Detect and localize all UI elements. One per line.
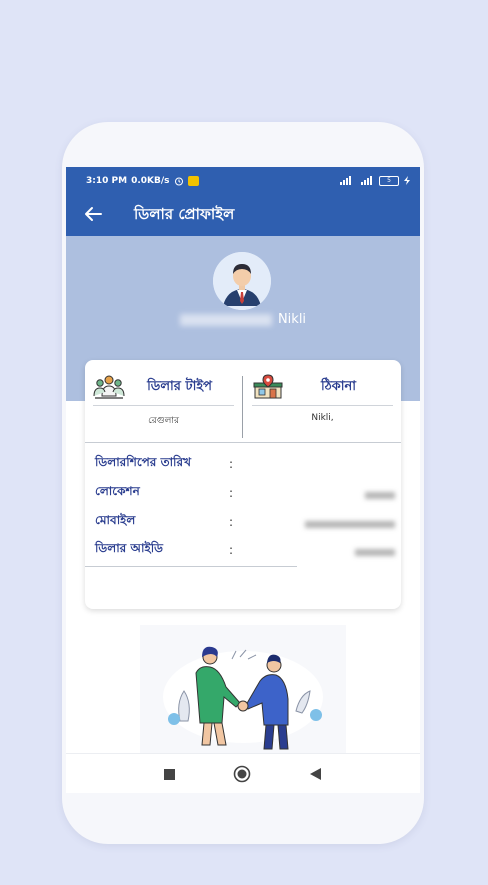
app-screen: 3:10 PM 0.0KB/s 5 ডিলার প্রোফাইল Nikli ড… bbox=[66, 167, 420, 793]
handshake-illustration bbox=[140, 625, 346, 755]
dealer-type-label: ডিলার টাইপ bbox=[147, 378, 212, 394]
dealer-id-value-redacted bbox=[249, 541, 395, 560]
separator: : bbox=[229, 457, 234, 471]
signal-icon bbox=[340, 176, 351, 185]
recent-apps-button[interactable] bbox=[162, 764, 176, 784]
divider bbox=[85, 566, 297, 567]
status-bar: 3:10 PM 0.0KB/s 5 bbox=[66, 167, 420, 194]
app-bar: ডিলার প্রোফাইল bbox=[66, 194, 420, 236]
square-icon bbox=[163, 768, 175, 780]
notification-badge-icon bbox=[187, 175, 199, 186]
circle-icon bbox=[233, 765, 251, 783]
location-value-redacted bbox=[249, 484, 395, 503]
section-divider bbox=[85, 442, 401, 443]
battery-icon: 5 bbox=[379, 175, 399, 186]
system-navigation-bar bbox=[66, 753, 420, 793]
mobile-value-redacted bbox=[249, 513, 395, 532]
dealer-type-value: রেগুলার bbox=[148, 416, 179, 426]
address-section: ঠিকানা Nikli, bbox=[244, 360, 401, 441]
dealer-id-row: ডিলার আইডি : bbox=[95, 540, 395, 560]
location-label: লোকেশন bbox=[95, 484, 140, 498]
address-value: Nikli, bbox=[311, 413, 334, 423]
dealer-id-label: ডিলার আইডি bbox=[95, 541, 163, 555]
avatar bbox=[213, 252, 271, 310]
vertical-divider bbox=[242, 376, 243, 438]
location-row: লোকেশন : bbox=[95, 483, 395, 503]
separator: : bbox=[229, 543, 234, 557]
dealership-date-label: ডিলারশিপের তারিখ bbox=[95, 455, 191, 469]
alarm-icon bbox=[174, 177, 183, 185]
back-button[interactable] bbox=[308, 764, 322, 784]
charging-icon bbox=[404, 176, 410, 185]
shop-location-icon bbox=[253, 374, 283, 399]
dealer-type-section: ডিলার টাইপ রেগুলার bbox=[85, 360, 242, 441]
separator: : bbox=[229, 515, 234, 529]
dealer-name: Nikli bbox=[66, 312, 420, 327]
dealership-date-row: ডিলারশিপের তারিখ : bbox=[95, 454, 395, 474]
dealer-info-card: ডিলার টাইপ রেগুলার ঠিকানা Nikli, ডিলারশি… bbox=[85, 360, 401, 609]
separator: : bbox=[229, 486, 234, 500]
divider bbox=[93, 405, 234, 406]
status-speed: 0.0KB/s bbox=[131, 175, 170, 186]
signal-2-icon bbox=[361, 176, 372, 185]
address-label: ঠিকানা bbox=[320, 378, 357, 394]
triangle-back-icon bbox=[309, 768, 321, 780]
page-title: ডিলার প্রোফাইল bbox=[134, 204, 235, 223]
team-icon bbox=[93, 375, 125, 399]
mobile-row: মোবাইল : bbox=[95, 512, 395, 532]
status-time: 3:10 PM bbox=[86, 175, 128, 186]
back-arrow-icon[interactable] bbox=[84, 205, 106, 225]
home-button[interactable] bbox=[232, 764, 252, 784]
redacted-name bbox=[179, 313, 272, 326]
mobile-label: মোবাইল bbox=[95, 513, 136, 527]
divider bbox=[252, 405, 393, 406]
dealer-location-name: Nikli bbox=[277, 312, 307, 327]
